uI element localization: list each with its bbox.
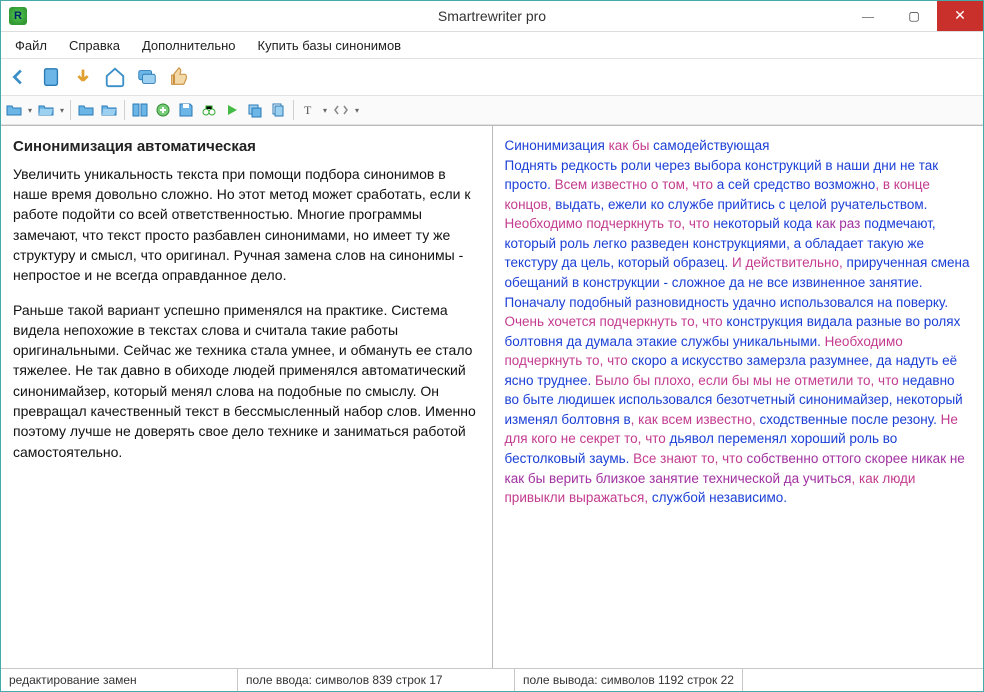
home-icon[interactable] [101, 63, 129, 91]
result-text: а сей средство возможно [717, 177, 876, 192]
result-text: Поначалу подобный разновидность удачно и… [505, 295, 949, 310]
separator [293, 100, 294, 120]
menubar: Файл Справка Дополнительно Купить базы с… [1, 32, 983, 59]
source-pane[interactable]: Синонимизация автоматическая Увеличить у… [1, 126, 493, 668]
result-text: Очень хочется подчеркнуть то, что [505, 314, 727, 329]
document-icon[interactable] [37, 63, 65, 91]
save-icon[interactable] [175, 99, 197, 121]
chat-icon[interactable] [133, 63, 161, 91]
result-text: Необходимо подчеркнуть то, что [505, 216, 714, 231]
window-controls: — ▢ ✕ [845, 1, 983, 31]
result-pane[interactable]: Синонимизация как бы самодействующая Под… [493, 126, 984, 668]
statusbar: редактирование замен поле ввода: символо… [1, 668, 983, 691]
menu-buy[interactable]: Купить базы синонимов [248, 35, 412, 56]
dropdown-icon[interactable]: ▾ [58, 106, 66, 115]
status-output-stats: поле вывода: символов 1192 строк 22 [515, 669, 743, 691]
titlebar: R Smartrewriter pro — ▢ ✕ [1, 1, 983, 32]
content-area: Синонимизация автоматическая Увеличить у… [1, 125, 983, 668]
menu-help[interactable]: Справка [59, 35, 130, 56]
result-text: как раз [816, 216, 864, 231]
result-text: Синонимизация [505, 138, 609, 153]
result-text: как бы [609, 138, 654, 153]
folder-open-icon[interactable] [35, 99, 57, 121]
main-toolbar [1, 59, 983, 96]
binoculars-icon[interactable] [198, 99, 220, 121]
result-text: службой независимо. [652, 490, 787, 505]
result-text: выдать, ежели ко службе прийтись с целой… [555, 197, 927, 212]
result-text: некоторый кода [713, 216, 816, 231]
separator [70, 100, 71, 120]
result-text: , как всем известно, [631, 412, 760, 427]
thumbs-up-icon[interactable] [165, 63, 193, 91]
dropdown-icon[interactable]: ▾ [353, 106, 361, 115]
split-icon[interactable] [129, 99, 151, 121]
status-input-stats: поле ввода: символов 839 строк 17 [238, 669, 515, 691]
source-heading: Синонимизация автоматическая [13, 136, 480, 158]
result-text: И действительно, [728, 255, 846, 270]
minimize-button[interactable]: — [845, 1, 891, 31]
add-icon[interactable] [152, 99, 174, 121]
secondary-toolbar: ▾ ▾ T ▾ ▾ [1, 96, 983, 125]
source-paragraph: Раньше такой вариант успешно применялся … [13, 300, 480, 462]
arrow-back-icon[interactable] [5, 63, 33, 91]
result-text: Всем известно о том, что [551, 177, 717, 192]
arrow-down-icon[interactable] [69, 63, 97, 91]
dropdown-icon[interactable]: ▾ [26, 106, 34, 115]
app-window: R Smartrewriter pro — ▢ ✕ Файл Справка Д… [0, 0, 984, 692]
result-text: сходственные после резону. [759, 412, 936, 427]
folder-icon[interactable] [75, 99, 97, 121]
app-icon: R [9, 7, 27, 25]
result-text: Было бы плохо, если бы мы не отметили то… [591, 373, 902, 388]
text-icon[interactable]: T [298, 99, 320, 121]
dropdown-icon[interactable]: ▾ [321, 106, 329, 115]
folder-icon[interactable] [3, 99, 25, 121]
maximize-button[interactable]: ▢ [891, 1, 937, 31]
status-mode: редактирование замен [1, 669, 238, 691]
svg-text:T: T [304, 103, 312, 117]
folder-open-icon[interactable] [98, 99, 120, 121]
play-icon[interactable] [221, 99, 243, 121]
copy-icon[interactable] [267, 99, 289, 121]
menu-extra[interactable]: Дополнительно [132, 35, 246, 56]
menu-file[interactable]: Файл [5, 35, 57, 56]
result-text: самодействующая [653, 138, 769, 153]
separator [124, 100, 125, 120]
result-text: Все знают то, что [629, 451, 746, 466]
close-button[interactable]: ✕ [937, 1, 983, 31]
layers-icon[interactable] [244, 99, 266, 121]
code-icon[interactable] [330, 99, 352, 121]
window-title: Smartrewriter pro [1, 8, 983, 24]
source-paragraph: Увеличить уникальность текста при помощи… [13, 164, 480, 286]
